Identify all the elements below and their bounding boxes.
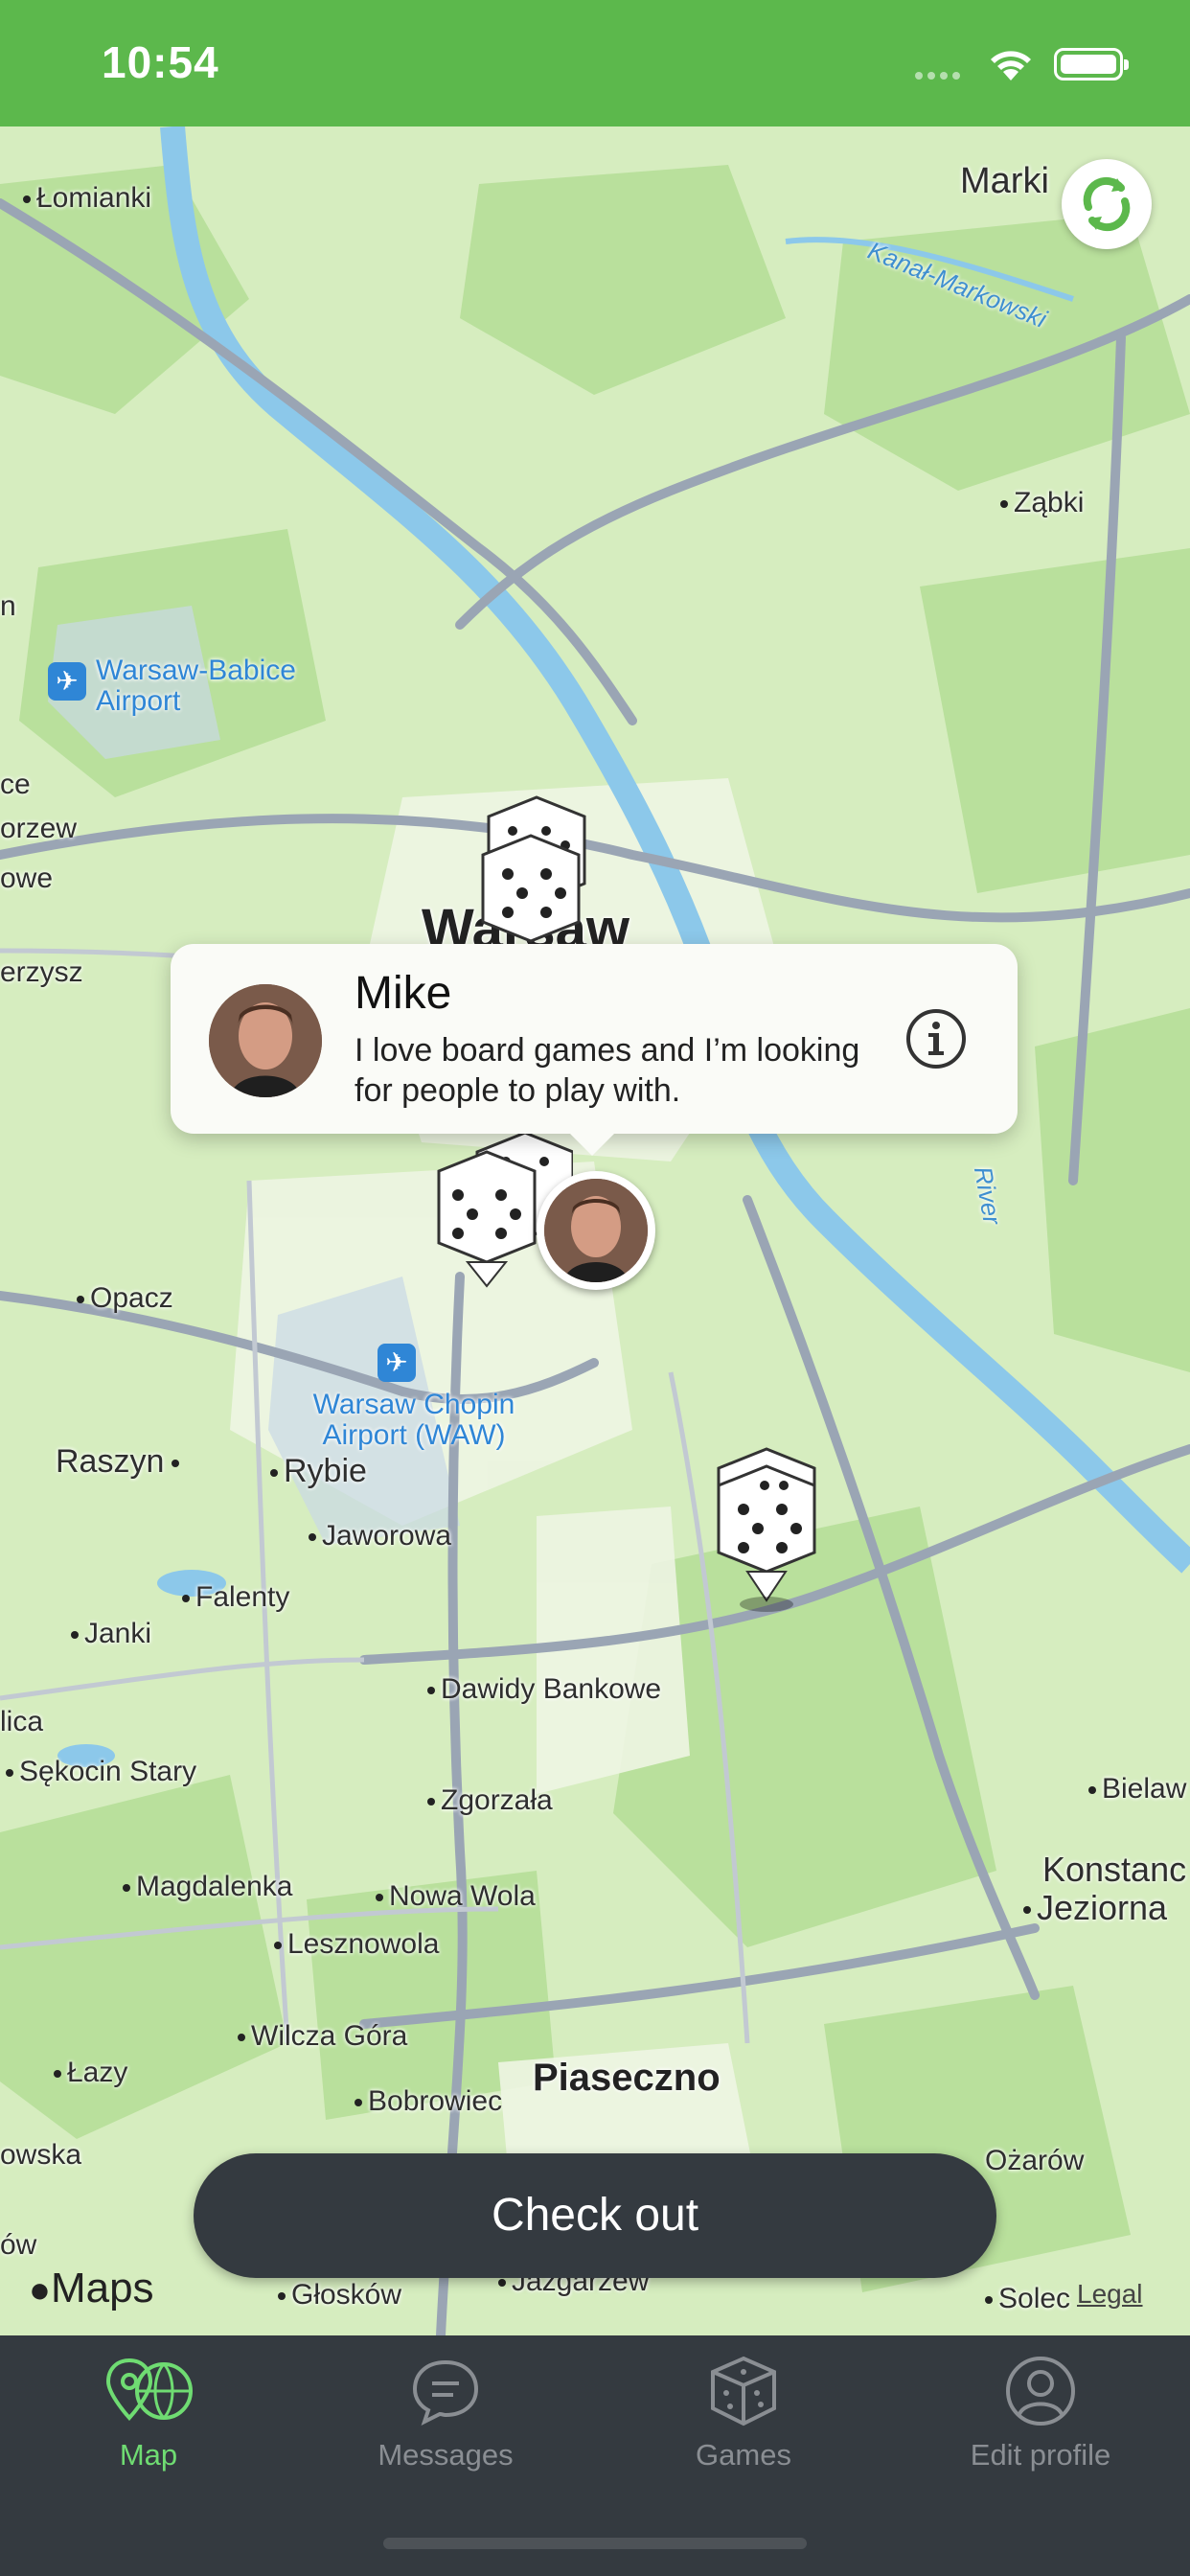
- city-label: Piaseczno: [533, 2057, 721, 2099]
- airport-label: Warsaw Chopin Airport (WAW): [312, 1389, 515, 1451]
- avatar: [544, 1179, 648, 1282]
- place-label: Magdalenka: [123, 1871, 292, 1903]
- place-label: lica: [0, 1706, 44, 1737]
- avatar: [209, 984, 322, 1097]
- tab-messages[interactable]: Messages: [331, 2353, 561, 2472]
- place-label: Łazy: [54, 2057, 127, 2089]
- tab-label: Messages: [378, 2438, 514, 2472]
- signal-icon: [915, 67, 965, 84]
- place-label: Rybie: [270, 1453, 367, 1490]
- status-time: 10:54: [102, 37, 219, 87]
- info-icon[interactable]: [904, 1007, 968, 1070]
- tab-label: Edit profile: [970, 2438, 1111, 2472]
- callout-tail: [567, 1131, 617, 1156]
- battery-icon: [1054, 48, 1129, 80]
- place-label: Ożarów: [985, 2145, 1085, 2176]
- place-label: Opacz: [77, 1282, 173, 1315]
- chat-bubble-icon: [412, 2359, 479, 2426]
- check-out-button[interactable]: Check out: [194, 2153, 996, 2278]
- user-pin[interactable]: [537, 1171, 655, 1290]
- place-label: Dawidy Bankowe: [427, 1673, 661, 1706]
- place-label: Bobrowiec: [355, 2085, 502, 2118]
- callout-message: I love board games and I’m looking for p…: [355, 1032, 860, 1109]
- place-label: Zgorzała: [427, 1784, 553, 1817]
- tab-edit-profile[interactable]: Edit profile: [926, 2353, 1156, 2472]
- place-label: owe: [0, 862, 54, 894]
- airport-icon: ✈: [378, 1344, 416, 1382]
- game-pin-cluster[interactable]: [705, 1439, 839, 1612]
- wifi-icon: [991, 51, 1031, 80]
- place-label: Jaworowa: [309, 1520, 451, 1552]
- tab-label: Map: [119, 2438, 178, 2472]
- place-label: Lesznowola: [274, 1928, 439, 1961]
- place-label: Solec: [985, 2283, 1070, 2315]
- place-label: ów: [0, 2229, 37, 2261]
- place-label: Raszyn: [56, 1443, 185, 1481]
- place-label: Głosków: [278, 2279, 401, 2312]
- place-label: orzew: [0, 813, 78, 844]
- place-label: Bielaw: [1088, 1773, 1186, 1806]
- place-label: Ząbki: [1000, 487, 1084, 519]
- place-label: Sękocin Stary: [6, 1756, 196, 1788]
- tab-games[interactable]: Games: [629, 2353, 858, 2472]
- map-view[interactable]: Łomianki Marki Kanał-Markowski Ząbki ✈ W…: [0, 126, 1190, 2335]
- status-bar: 10:54: [0, 0, 1190, 126]
- callout-name: Mike: [355, 968, 452, 1019]
- tab-label: Games: [696, 2438, 791, 2472]
- user-callout[interactable]: Mike I love board games and I’m looking …: [171, 944, 1018, 1134]
- maps-logo: ●Maps: [29, 2265, 154, 2312]
- refresh-button[interactable]: [1062, 159, 1152, 249]
- place-label: Janki: [71, 1618, 151, 1650]
- map-pin-globe-icon: [105, 2358, 193, 2421]
- place-label: Falenty: [182, 1581, 289, 1614]
- tab-map[interactable]: Map: [34, 2353, 263, 2472]
- person-circle-icon: [1006, 2357, 1075, 2426]
- place-label: Konstanc: [1042, 1850, 1187, 1889]
- place-label: Jeziorna: [1023, 1888, 1167, 1928]
- airport-icon: ✈: [48, 662, 86, 701]
- place-label: Wilcza Góra: [238, 2020, 407, 2053]
- game-pin-cluster[interactable]: [469, 788, 604, 951]
- apple-icon: ●: [29, 2270, 51, 2311]
- place-label: owska: [0, 2139, 82, 2171]
- place-label: erzysz: [0, 956, 83, 988]
- place-label: n: [0, 590, 16, 622]
- place-label: ce: [0, 769, 31, 800]
- legal-link[interactable]: Legal: [1077, 2279, 1143, 2310]
- place-label: Łomianki: [23, 182, 151, 215]
- home-indicator[interactable]: [383, 2538, 807, 2549]
- airport-label: Warsaw-Babice Airport: [96, 655, 296, 717]
- place-label: Marki: [960, 161, 1049, 201]
- place-label: Nowa Wola: [376, 1880, 536, 1913]
- dice-icon: [711, 2356, 776, 2426]
- refresh-icon: [1083, 176, 1131, 232]
